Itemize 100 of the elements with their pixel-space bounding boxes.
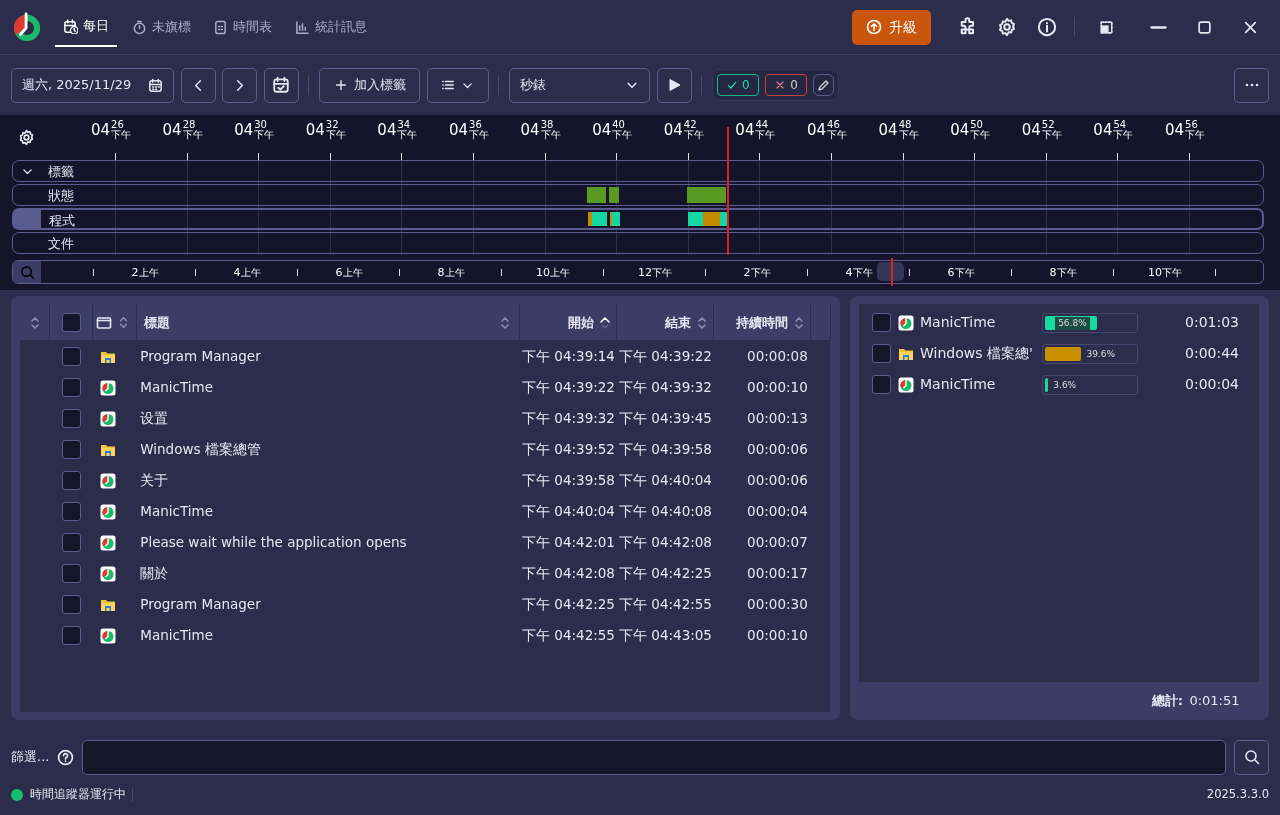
total-label: 總計:: [1151, 692, 1183, 711]
checkbox[interactable]: [872, 313, 891, 333]
table-cell-text: 下午 04:40:08: [619, 502, 712, 522]
checkbox[interactable]: [62, 440, 81, 459]
row-label: 標籤: [48, 163, 74, 181]
timeline-row[interactable]: 標籤: [12, 160, 1264, 182]
table-cell-text: 下午 04:39:58: [522, 471, 615, 491]
percent-label: 39.6%: [1086, 347, 1115, 361]
app-name: ManicTime: [920, 313, 997, 333]
search-icon: [1243, 749, 1260, 765]
plus-icon: [333, 78, 348, 92]
hour-label: 4上午: [233, 265, 261, 281]
table-cell-text: 下午 04:42:55: [522, 626, 615, 646]
maximize-icon: [1195, 18, 1213, 36]
column-header[interactable]: 標題: [143, 312, 170, 333]
filter-label: 篩選...: [11, 748, 50, 767]
more-button[interactable]: [1234, 67, 1269, 103]
table-cell-text: 下午 04:39:32: [619, 378, 712, 398]
help-icon[interactable]: [57, 748, 75, 766]
table-cell-text: 00:00:17: [747, 564, 808, 584]
table-cell-text: 下午 04:40:04: [619, 471, 712, 491]
row-label: 文件: [48, 235, 74, 253]
hour-label: 4下午: [845, 265, 873, 281]
checkbox[interactable]: [62, 471, 81, 490]
table-cell-text: 00:00:30: [747, 595, 808, 615]
checkbox[interactable]: [62, 595, 81, 614]
table-cell-text: 下午 04:39:52: [522, 440, 615, 460]
app-icon: [897, 376, 914, 393]
table-cell-text: ManicTime: [140, 626, 213, 646]
column-header[interactable]: 持續時間: [735, 312, 788, 333]
table-cell-text: 下午 04:42:08: [619, 533, 712, 553]
duration-label: 0:00:04: [1185, 375, 1239, 395]
table-cell-text: 下午 04:39:45: [619, 409, 712, 429]
app-icon: [99, 565, 116, 582]
current-time-marker: [891, 258, 893, 286]
calendar-check-icon: [272, 76, 290, 94]
next-day-button[interactable]: [222, 67, 257, 103]
table-cell-text: 00:00:13: [747, 409, 808, 429]
app-logo: [12, 12, 42, 42]
search-icon: [19, 264, 35, 280]
timer-dropdown[interactable]: 秒錶: [509, 67, 650, 103]
table-cell-text: 00:00:04: [747, 502, 808, 522]
add-tag-button[interactable]: 加入標籤: [319, 67, 420, 103]
upgrade-button[interactable]: 升級: [852, 9, 931, 45]
table-cell-text: 下午 04:42:25: [522, 595, 615, 615]
list-icon: [441, 78, 455, 92]
settings-icon: [997, 17, 1018, 37]
app-icon: [99, 503, 116, 520]
hour-label: 12下午: [638, 265, 672, 281]
nav-tab[interactable]: 未旗標: [123, 7, 199, 47]
range-thumb[interactable]: [877, 262, 904, 281]
nav-tab[interactable]: 統計訊息: [286, 7, 375, 47]
minimize-icon: [1150, 25, 1167, 29]
table-cell-text: 下午 04:39:14: [522, 347, 615, 367]
column-header[interactable]: 開始: [567, 312, 594, 333]
today-button[interactable]: [263, 67, 299, 103]
nav-tab[interactable]: 時間表: [205, 7, 280, 47]
checkbox[interactable]: [62, 409, 81, 428]
checkbox[interactable]: [872, 344, 891, 364]
table-cell-text: 00:00:10: [747, 626, 808, 646]
checkbox[interactable]: [62, 626, 81, 645]
hour-label: 2下午: [743, 265, 771, 281]
view-options-button[interactable]: [426, 67, 489, 103]
app-name: ManicTime: [920, 375, 997, 395]
table-cell-text: 下午 04:40:04: [522, 502, 615, 522]
checkbox[interactable]: [62, 533, 81, 552]
checkbox[interactable]: [62, 378, 81, 397]
rejected-count[interactable]: 0: [765, 74, 807, 96]
date-field[interactable]: 週六, 2025/11/29: [11, 67, 174, 103]
info-icon: [1036, 17, 1057, 37]
document-icon: [213, 19, 228, 35]
previous-day-button[interactable]: [180, 67, 216, 103]
table-cell-text: 设置: [140, 409, 169, 429]
nav-tab[interactable]: 每日: [55, 7, 117, 47]
zoom-button[interactable]: [13, 261, 41, 283]
checkbox[interactable]: [62, 502, 81, 521]
hour-label: 10上午: [536, 265, 570, 281]
play-button[interactable]: [656, 67, 692, 103]
hour-label: 8下午: [1049, 265, 1077, 281]
table-cell-text: 下午 04:42:25: [619, 564, 712, 584]
filter-field[interactable]: [82, 739, 1226, 775]
table-cell-text: ManicTime: [140, 378, 213, 398]
table-cell-text: 下午 04:43:05: [619, 626, 712, 646]
table-cell-text: Program Manager: [140, 347, 261, 367]
table-cell-text: 關於: [140, 564, 169, 584]
app-icon: [99, 534, 116, 551]
checkbox[interactable]: [61, 313, 81, 332]
approved-count[interactable]: 0: [717, 74, 759, 96]
checkbox[interactable]: [872, 375, 891, 395]
app-icon: [99, 410, 116, 427]
checkbox[interactable]: [62, 564, 81, 583]
column-header[interactable]: 結束: [664, 312, 691, 333]
version-label: 2025.3.3.0: [1206, 786, 1269, 804]
table-cell-text: Program Manager: [140, 595, 261, 615]
timeline-row[interactable]: 文件: [12, 232, 1264, 254]
edit-button[interactable]: [813, 74, 835, 96]
settings-icon: [17, 128, 35, 146]
search-button[interactable]: [1234, 739, 1269, 775]
percent-label: 3.6%: [1053, 378, 1077, 392]
checkbox[interactable]: [62, 347, 81, 366]
